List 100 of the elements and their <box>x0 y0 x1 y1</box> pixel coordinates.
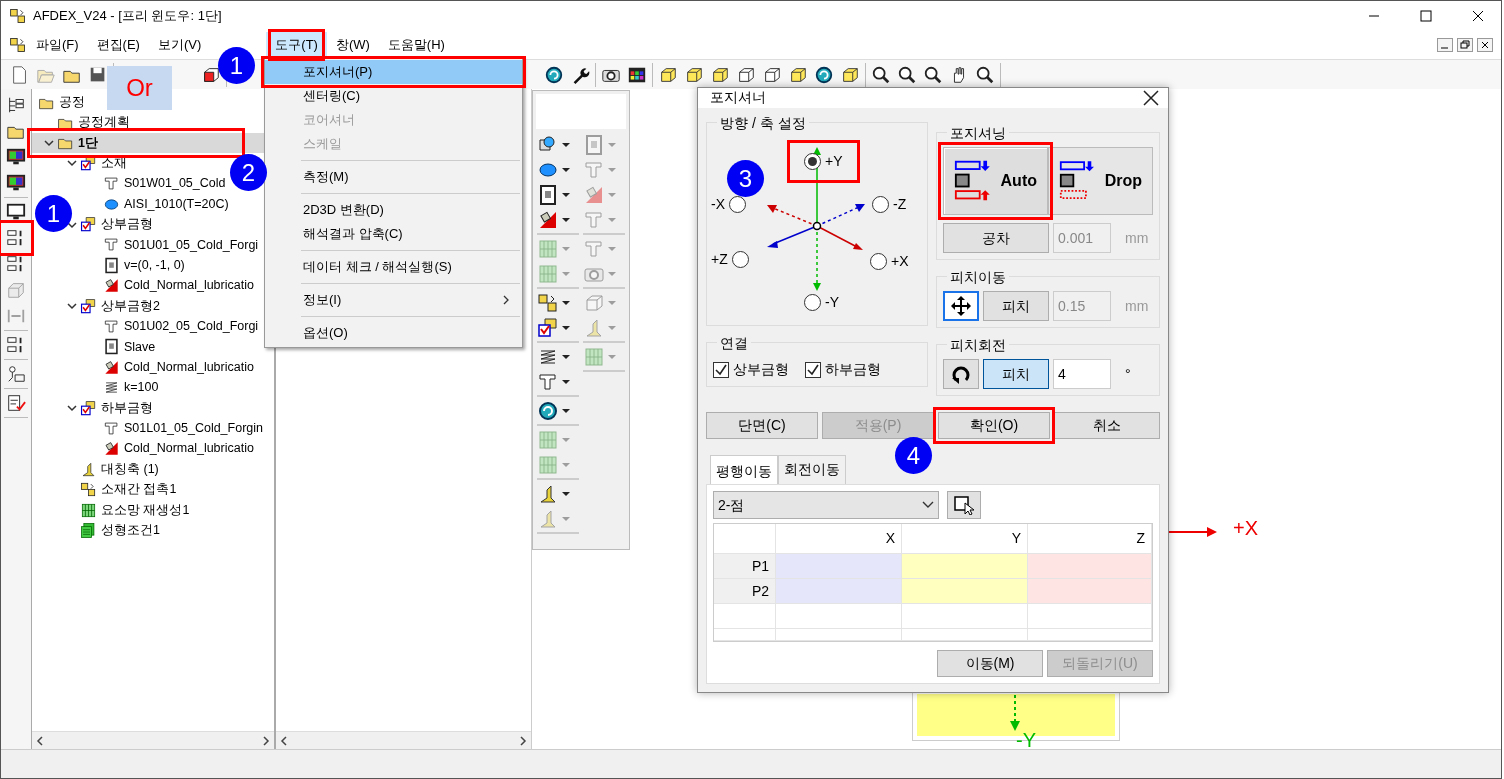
tree-item[interactable]: 공정계획 <box>78 113 130 132</box>
move-arrows-icon <box>950 295 972 318</box>
action-button[interactable]: 단면(C) <box>706 412 818 440</box>
tree-item[interactable]: Cold_Normal_lubricatio <box>124 276 254 296</box>
tree-icon[interactable] <box>6 95 26 115</box>
radio-button[interactable] <box>804 294 821 312</box>
check-icon <box>807 363 819 376</box>
press-icon[interactable] <box>537 183 559 206</box>
chevron-icon[interactable] <box>66 158 77 169</box>
table-cell[interactable] <box>776 579 902 605</box>
action-button[interactable]: 이동(M) <box>937 650 1043 678</box>
chevron-icon[interactable] <box>66 403 77 414</box>
table-cell[interactable] <box>902 579 1028 605</box>
menu-item[interactable]: 정보(I) <box>265 288 522 312</box>
radio-button[interactable] <box>870 253 887 271</box>
scroll-right-icon[interactable] <box>261 735 271 746</box>
tree-item[interactable]: 1단 <box>78 133 98 153</box>
action-button[interactable]: 확인(O) <box>938 412 1050 440</box>
tree-item[interactable]: 대칭축 (1) <box>101 459 159 479</box>
stack-icon <box>80 521 97 539</box>
table-cell[interactable] <box>776 554 902 580</box>
tree-item[interactable]: 하부금형 <box>101 398 153 418</box>
action-button[interactable]: 취소 <box>1054 412 1160 440</box>
tree-item[interactable]: 공정 <box>59 92 85 112</box>
checkbox[interactable] <box>713 361 729 378</box>
menu-item[interactable]: 해석결과 압축(C) <box>265 222 522 246</box>
tree-item[interactable]: S01W01_05_Cold <box>124 174 226 194</box>
tree-item[interactable]: 상부금형 <box>101 215 153 234</box>
zoom-icon[interactable] <box>975 64 995 85</box>
monitor-icon[interactable] <box>6 147 26 167</box>
menu-item[interactable]: 데이터 체크 / 해석실행(S) <box>265 255 522 279</box>
tree-item[interactable]: v=(0, -1, 0) <box>124 255 185 275</box>
tree-item[interactable]: S01U02_05_Cold_Forgi <box>124 317 259 336</box>
menu-item[interactable]: 파일(F) <box>27 32 88 58</box>
radio-button[interactable] <box>729 196 746 214</box>
chevron-icon[interactable] <box>43 137 54 148</box>
close-icon[interactable] <box>1477 38 1493 52</box>
dropdown[interactable]: 2-점 <box>713 491 939 520</box>
rotate-icon[interactable] <box>544 64 564 85</box>
tree-item[interactable]: 상부금형2 <box>101 296 160 316</box>
chevron-icon <box>922 501 934 510</box>
radio-button[interactable] <box>872 196 889 214</box>
menu-item[interactable]: 센터링(C) <box>265 84 522 108</box>
chevron-icon[interactable] <box>66 219 77 230</box>
close-icon[interactable] <box>1142 89 1160 108</box>
rotate-icon[interactable] <box>814 64 834 85</box>
axis-arrow <box>1169 526 1219 538</box>
rotate-icon[interactable] <box>537 399 559 422</box>
tree-item[interactable]: 요소망 재생성1 <box>101 500 190 520</box>
menu-item[interactable]: 보기(V) <box>148 32 211 58</box>
menu-item[interactable]: 포지셔너(P) <box>265 60 522 84</box>
tree-item[interactable]: AISI_1010(T=20C) <box>124 194 229 214</box>
tree-item[interactable]: 소재 <box>101 154 127 173</box>
scroll-left-icon[interactable] <box>279 735 289 746</box>
table-cell[interactable] <box>1028 579 1152 605</box>
minimize-icon[interactable] <box>1437 38 1453 52</box>
radio-button[interactable] <box>804 153 821 171</box>
restore-icon[interactable] <box>1457 38 1473 52</box>
tree-item[interactable]: S01U01_05_Cold_Forgi <box>124 235 259 255</box>
checklist-icon[interactable] <box>6 393 26 413</box>
scroll-left-icon[interactable] <box>35 735 45 746</box>
tree-item[interactable]: Cold_Normal_lubricatio <box>124 439 254 459</box>
part-icon <box>103 318 120 335</box>
menu-item[interactable]: 창(W) <box>326 32 379 58</box>
tab[interactable]: 평행이동 <box>710 455 778 486</box>
monitor-icon[interactable] <box>6 202 26 222</box>
radio-label: -Y <box>825 293 839 313</box>
person-icon[interactable] <box>6 364 26 384</box>
contact-icon[interactable] <box>537 291 559 314</box>
radio-button[interactable] <box>731 251 749 269</box>
menu-item[interactable]: 옵션(O) <box>265 321 522 345</box>
checkbox[interactable] <box>805 361 821 378</box>
table-cell[interactable] <box>1028 554 1152 580</box>
tree-item[interactable]: k=100 <box>124 378 159 398</box>
chevron-icon[interactable] <box>66 301 77 312</box>
table-cell[interactable] <box>902 554 1028 580</box>
mode-button[interactable]: Auto <box>943 147 1048 216</box>
tree-item[interactable]: S01L01_05_Cold_Forgin <box>124 419 263 438</box>
pick-button[interactable] <box>947 491 981 520</box>
menu-item[interactable]: 도움말(H) <box>378 32 454 58</box>
value-field[interactable]: 4 <box>1053 359 1111 390</box>
zoom-icon[interactable] <box>923 64 943 85</box>
zoom-icon[interactable] <box>897 64 917 85</box>
tree-item[interactable]: 소재간 접촉1 <box>101 480 177 499</box>
pitch-button[interactable]: 피치 <box>983 359 1049 390</box>
menu-item[interactable]: 2D3D 변환(D) <box>265 198 522 222</box>
zoom-icon[interactable] <box>871 64 891 85</box>
monitor-icon[interactable] <box>6 173 26 193</box>
tab[interactable]: 회전이동 <box>778 455 846 485</box>
scroll-right-icon[interactable] <box>518 735 528 746</box>
icon-button[interactable] <box>943 359 979 390</box>
unit-label: ° <box>1124 364 1131 384</box>
mode-button[interactable]: Drop <box>1048 147 1153 216</box>
menu-item[interactable]: 측정(M) <box>265 165 522 189</box>
or-label: Or <box>107 66 172 110</box>
checked-folder-icon[interactable] <box>537 316 559 339</box>
tree-item[interactable]: Cold_Normal_lubricatio <box>124 357 254 377</box>
tree-item[interactable]: 성형조건1 <box>101 521 160 540</box>
tree-item[interactable]: Slave <box>124 337 156 357</box>
menu-item[interactable]: 편집(E) <box>87 32 149 58</box>
